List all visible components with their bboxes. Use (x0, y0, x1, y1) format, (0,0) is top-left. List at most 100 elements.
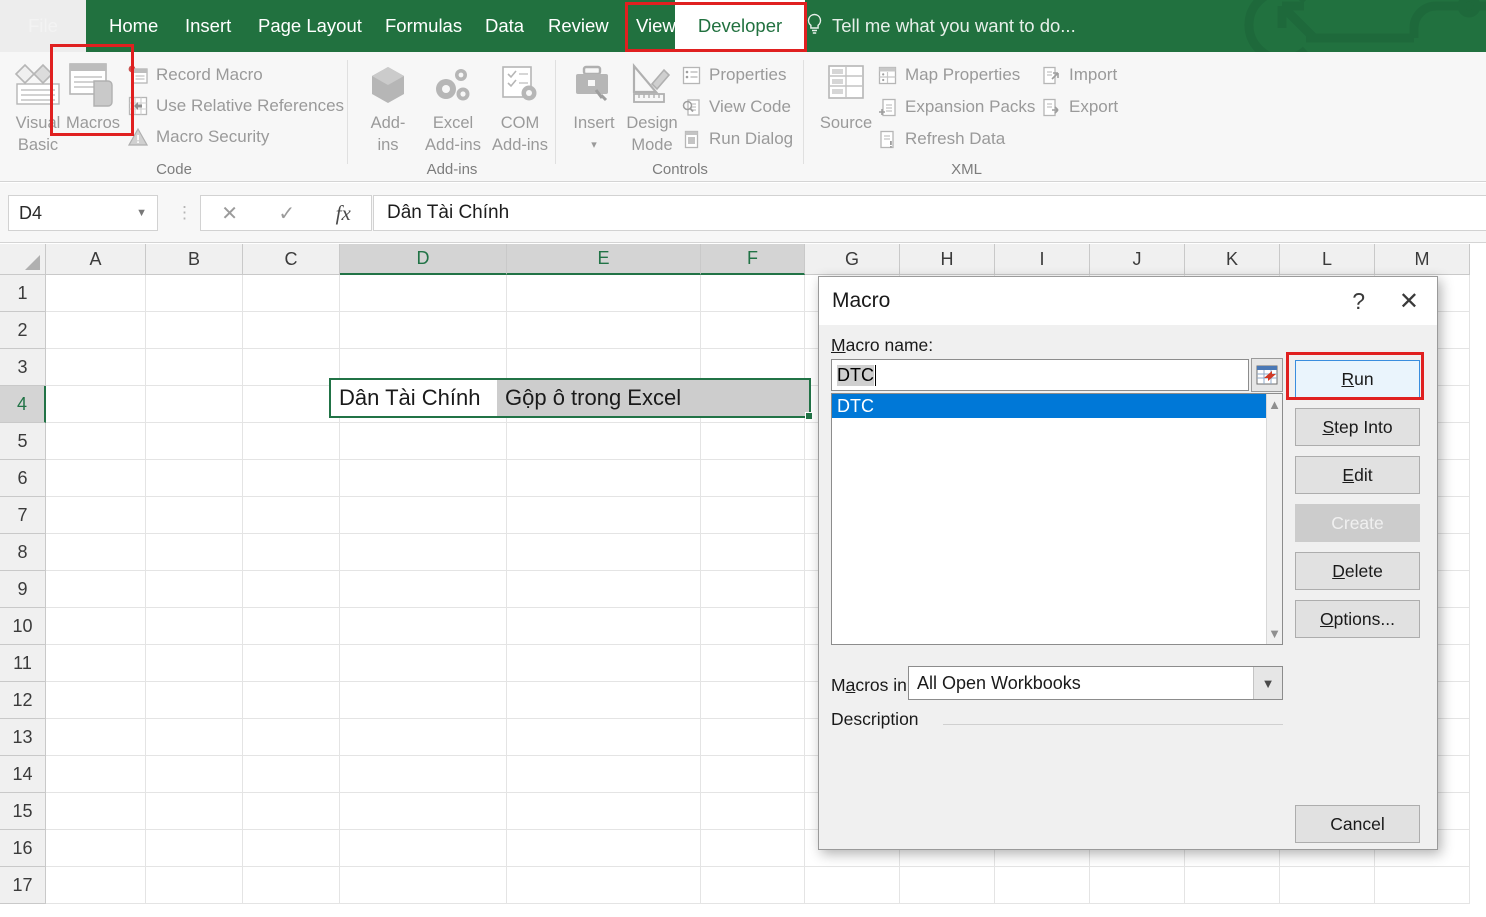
cell-L17[interactable] (1280, 867, 1375, 904)
cell-B13[interactable] (146, 719, 243, 756)
cell-A5[interactable] (46, 423, 146, 460)
cell-D17[interactable] (340, 867, 507, 904)
edit-button[interactable]: Edit (1295, 456, 1420, 494)
com-add-ins-button[interactable]: COM Add-ins (484, 58, 556, 156)
run-button[interactable]: Run (1295, 360, 1420, 398)
column-header-f[interactable]: F (701, 244, 805, 275)
chevron-down-icon[interactable]: ▼ (136, 207, 147, 219)
row-header-5[interactable]: 5 (0, 423, 46, 460)
cell-F1[interactable] (701, 275, 805, 312)
cell-F7[interactable] (701, 497, 805, 534)
cell-C10[interactable] (243, 608, 340, 645)
cell-A17[interactable] (46, 867, 146, 904)
cell-K17[interactable] (1185, 867, 1280, 904)
cell-B3[interactable] (146, 349, 243, 386)
row-header-2[interactable]: 2 (0, 312, 46, 349)
cell-C12[interactable] (243, 682, 340, 719)
column-header-b[interactable]: B (146, 244, 243, 275)
cell-A2[interactable] (46, 312, 146, 349)
column-header-e[interactable]: E (507, 244, 701, 275)
cell-G17[interactable] (805, 867, 900, 904)
cell-A16[interactable] (46, 830, 146, 867)
selected-range-cell[interactable]: Gộp ô trong Excel (497, 380, 810, 416)
active-cell-d4[interactable]: Dân Tài Chính (331, 380, 497, 416)
cell-C15[interactable] (243, 793, 340, 830)
row-header-11[interactable]: 11 (0, 645, 46, 682)
column-header-c[interactable]: C (243, 244, 340, 275)
cell-B2[interactable] (146, 312, 243, 349)
run-dialog-button[interactable]: Run Dialog (680, 128, 793, 150)
cancel-button[interactable]: Cancel (1295, 805, 1420, 843)
cell-A6[interactable] (46, 460, 146, 497)
cell-A4[interactable] (46, 386, 146, 423)
macros-button[interactable]: Macros (57, 58, 129, 134)
row-header-15[interactable]: 15 (0, 793, 46, 830)
cell-E10[interactable] (507, 608, 701, 645)
cell-F16[interactable] (701, 830, 805, 867)
scroll-up-icon[interactable]: ▲ (1268, 394, 1281, 415)
cell-D6[interactable] (340, 460, 507, 497)
tab-page-layout[interactable]: Page Layout (245, 0, 375, 52)
cell-E12[interactable] (507, 682, 701, 719)
cell-D14[interactable] (340, 756, 507, 793)
cell-F8[interactable] (701, 534, 805, 571)
cell-E17[interactable] (507, 867, 701, 904)
scroll-down-icon[interactable]: ▼ (1268, 623, 1281, 644)
cancel-icon[interactable]: ✕ (221, 201, 238, 226)
source-button[interactable]: Source (810, 58, 882, 134)
cell-B15[interactable] (146, 793, 243, 830)
cell-A3[interactable] (46, 349, 146, 386)
help-icon[interactable]: ? (1352, 288, 1365, 315)
cell-B10[interactable] (146, 608, 243, 645)
tab-home[interactable]: Home (96, 0, 171, 52)
row-header-17[interactable]: 17 (0, 867, 46, 904)
row-header-9[interactable]: 9 (0, 571, 46, 608)
cell-A10[interactable] (46, 608, 146, 645)
cell-E7[interactable] (507, 497, 701, 534)
row-header-1[interactable]: 1 (0, 275, 46, 312)
cell-C1[interactable] (243, 275, 340, 312)
cell-E1[interactable] (507, 275, 701, 312)
cell-D8[interactable] (340, 534, 507, 571)
cell-F13[interactable] (701, 719, 805, 756)
design-mode-button[interactable]: Design Mode (616, 58, 688, 156)
cell-C16[interactable] (243, 830, 340, 867)
tab-data[interactable]: Data (472, 0, 537, 52)
cell-C5[interactable] (243, 423, 340, 460)
cell-A15[interactable] (46, 793, 146, 830)
cell-C17[interactable] (243, 867, 340, 904)
column-header-g[interactable]: G (805, 244, 900, 275)
macro-list[interactable]: DTC ▲ ▼ (831, 393, 1283, 645)
cell-D15[interactable] (340, 793, 507, 830)
cell-C14[interactable] (243, 756, 340, 793)
cell-E13[interactable] (507, 719, 701, 756)
cell-E16[interactable] (507, 830, 701, 867)
cell-E9[interactable] (507, 571, 701, 608)
cell-C13[interactable] (243, 719, 340, 756)
tab-developer[interactable]: Developer (675, 0, 805, 52)
cell-F2[interactable] (701, 312, 805, 349)
record-macro-button[interactable]: Record Macro (127, 64, 263, 86)
formula-input[interactable]: Dân Tài Chính (373, 195, 1486, 231)
cell-F10[interactable] (701, 608, 805, 645)
macro-name-input[interactable]: DTC (831, 359, 1249, 391)
cell-D9[interactable] (340, 571, 507, 608)
cell-B14[interactable] (146, 756, 243, 793)
map-properties-button[interactable]: Map Properties (876, 64, 1020, 86)
tell-me-search[interactable]: Tell me what you want to do... (806, 0, 1076, 52)
cell-E14[interactable] (507, 756, 701, 793)
cell-D10[interactable] (340, 608, 507, 645)
cell-D2[interactable] (340, 312, 507, 349)
cell-F5[interactable] (701, 423, 805, 460)
formula-bar-grip[interactable]: ⋮ (176, 203, 193, 223)
cell-C4[interactable] (243, 386, 340, 423)
row-header-12[interactable]: 12 (0, 682, 46, 719)
cell-A8[interactable] (46, 534, 146, 571)
row-header-7[interactable]: 7 (0, 497, 46, 534)
cell-C3[interactable] (243, 349, 340, 386)
cell-A9[interactable] (46, 571, 146, 608)
cell-M17[interactable] (1375, 867, 1470, 904)
cell-C6[interactable] (243, 460, 340, 497)
tab-review[interactable]: Review (535, 0, 622, 52)
cell-C7[interactable] (243, 497, 340, 534)
